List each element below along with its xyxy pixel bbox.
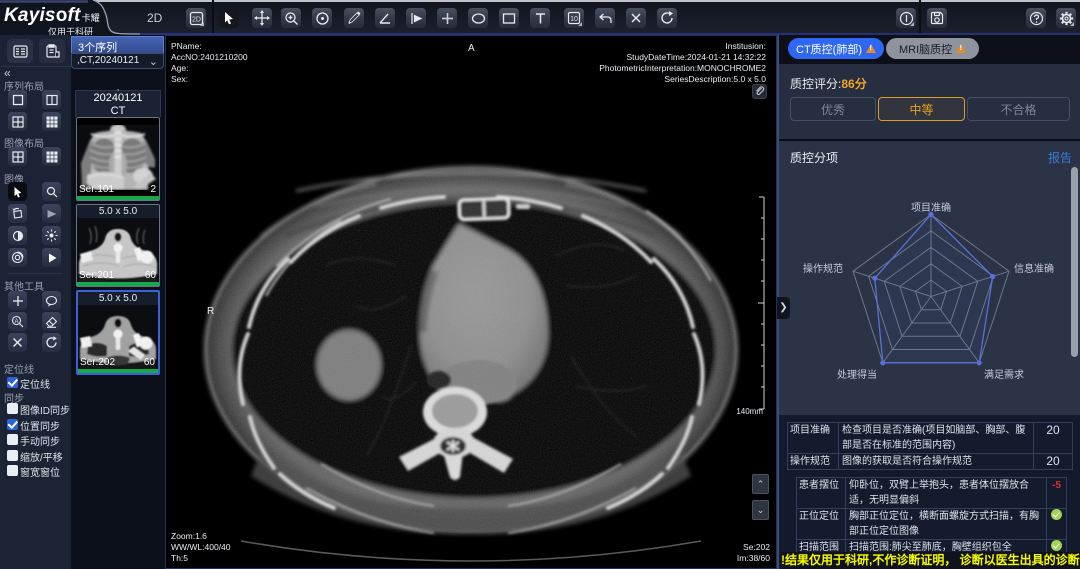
svg-text:10: 10 xyxy=(570,16,578,23)
svg-text:2D: 2D xyxy=(192,16,201,23)
svg-text:A: A xyxy=(14,319,18,325)
